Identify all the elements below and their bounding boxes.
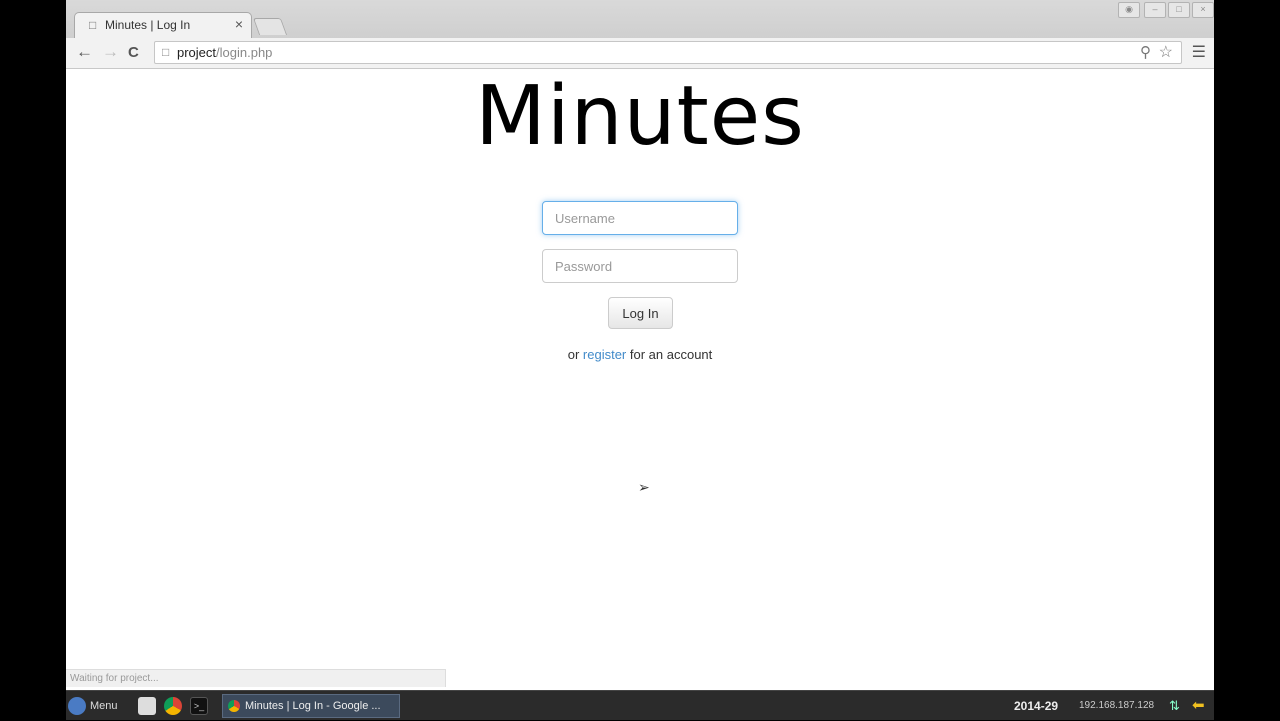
taskbar: Menu >_ Minutes | Log In - Google ... 20…: [66, 690, 1214, 720]
browser-window: □ Minutes | Log In × ◉ – □ × ← → C □ pro…: [66, 0, 1214, 690]
password-input[interactable]: [542, 249, 738, 283]
page-icon: □: [89, 18, 97, 32]
url-host: project: [177, 45, 217, 60]
url-text: project/login.php: [177, 45, 272, 60]
chrome-launcher-icon[interactable]: [164, 697, 182, 715]
register-prompt: or register for an account: [66, 347, 1214, 362]
new-tab-button[interactable]: [252, 18, 288, 35]
status-bubble: Waiting for project...: [66, 669, 446, 687]
register-suffix: for an account: [629, 347, 713, 362]
reload-button[interactable]: C: [128, 44, 139, 61]
logout-arrow-icon[interactable]: ⬅: [1192, 691, 1205, 721]
back-button[interactable]: ←: [76, 42, 93, 62]
taskbar-window-title: Minutes | Log In - Google ...: [245, 700, 381, 712]
zoom-icon[interactable]: ⚲: [1140, 43, 1151, 61]
address-bar[interactable]: □ project/login.php ⚲ ☆: [154, 41, 1182, 64]
url-path: /login.php: [216, 45, 273, 60]
username-input[interactable]: [542, 201, 738, 235]
tab-strip: □ Minutes | Log In × ◉ – □ ×: [66, 0, 1214, 38]
chrome-icon: [228, 700, 240, 712]
user-icon[interactable]: ◉: [1118, 2, 1140, 18]
page-icon: □: [162, 45, 170, 59]
login-button[interactable]: Log In: [608, 297, 673, 329]
menu-label: Menu: [90, 700, 118, 712]
register-prefix: or: [567, 347, 580, 362]
taskbar-window-button[interactable]: Minutes | Log In - Google ...: [222, 694, 400, 718]
menu-icon[interactable]: ☰: [1192, 42, 1206, 62]
start-menu-button[interactable]: Menu: [68, 691, 118, 721]
terminal-launcher-icon[interactable]: >_: [190, 697, 208, 715]
menu-logo-icon: [68, 697, 86, 716]
maximize-button[interactable]: □: [1168, 2, 1190, 18]
tab-active[interactable]: □ Minutes | Log In ×: [74, 12, 252, 38]
page-content: Minutes Log In or register for an accoun…: [66, 69, 1214, 690]
close-window-button[interactable]: ×: [1192, 2, 1214, 18]
clock[interactable]: 2014-29: [1014, 691, 1058, 721]
forward-button[interactable]: →: [102, 42, 119, 62]
close-icon[interactable]: ×: [235, 16, 243, 32]
mouse-cursor-icon: ➢: [638, 479, 650, 495]
page-title: Minutes: [475, 69, 805, 164]
text-editor-launcher-icon[interactable]: [138, 697, 156, 715]
network-icon[interactable]: ⇅: [1169, 691, 1180, 721]
star-icon[interactable]: ☆: [1159, 42, 1173, 62]
tab-title: Minutes | Log In: [105, 18, 191, 32]
register-link[interactable]: register: [583, 347, 626, 362]
minimize-button[interactable]: –: [1144, 2, 1166, 18]
browser-toolbar: ← → C □ project/login.php ⚲ ☆ ☰: [66, 38, 1214, 69]
ip-address: 192.168.187.128: [1079, 700, 1155, 711]
